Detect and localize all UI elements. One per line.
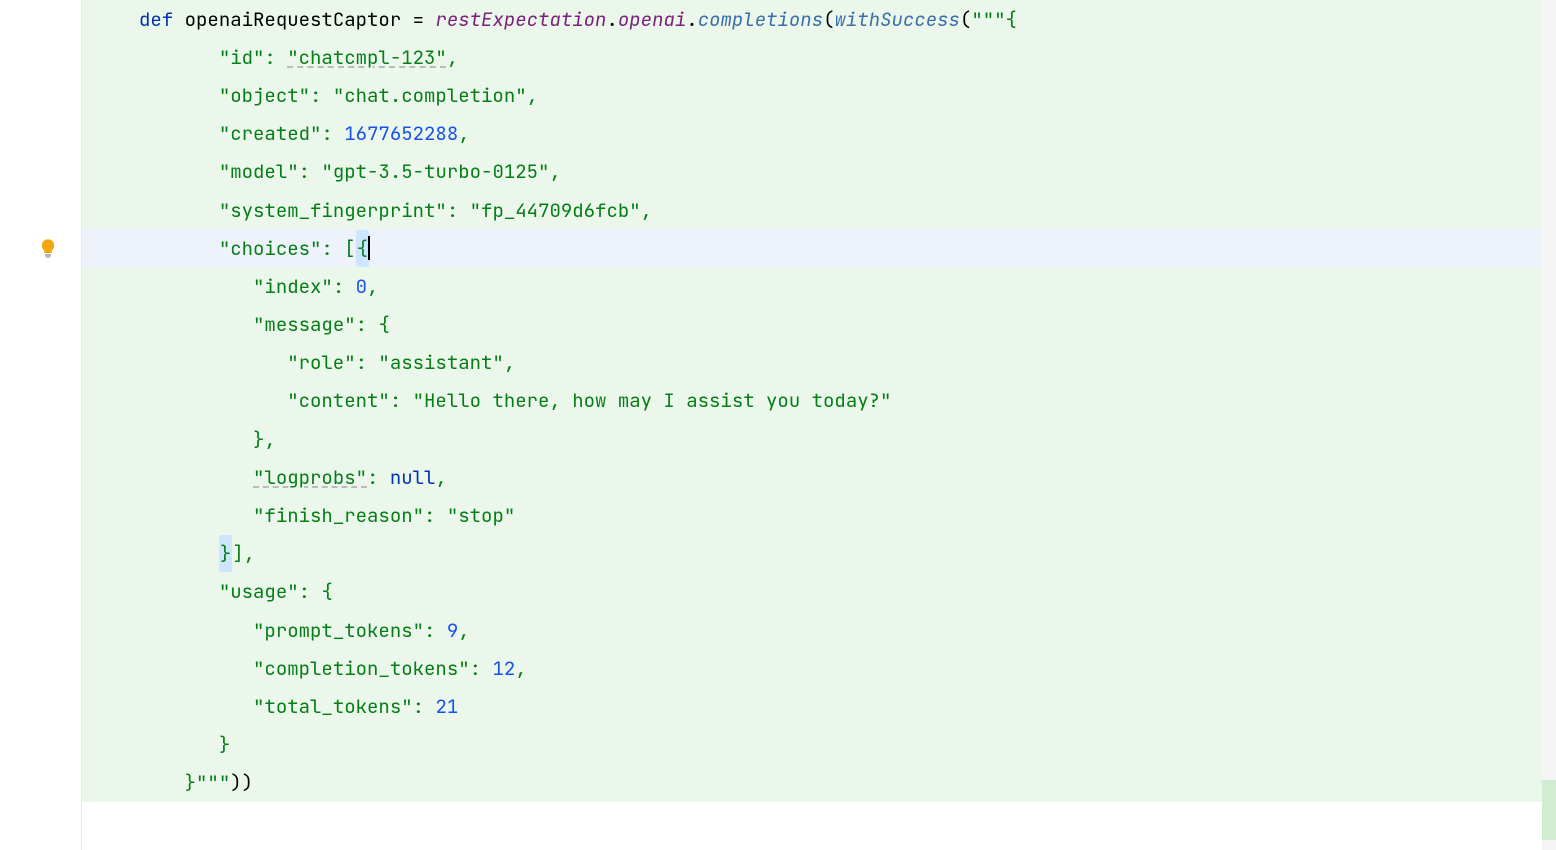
code-line[interactable]: "model": "gpt-3.5-turbo-0125", xyxy=(82,153,1556,191)
code-line[interactable]: "total_tokens": 21 xyxy=(82,687,1556,725)
code-line[interactable]: "created": 1677652288, xyxy=(82,115,1556,153)
code-line[interactable]: "finish_reason": "stop" xyxy=(82,496,1556,534)
code-line[interactable]: } xyxy=(82,726,1556,764)
code-line[interactable]: }""")) xyxy=(82,764,1556,802)
code-line[interactable]: def openaiRequestCaptor = restExpectatio… xyxy=(82,0,1556,38)
code-line[interactable]: "role": "assistant", xyxy=(82,344,1556,382)
code-line[interactable]: "prompt_tokens": 9, xyxy=(82,611,1556,649)
intention-bulb-icon[interactable] xyxy=(38,238,58,258)
code-line[interactable]: "content": "Hello there, how may I assis… xyxy=(82,382,1556,420)
code-line[interactable]: "completion_tokens": 12, xyxy=(82,649,1556,687)
code-line[interactable]: "id": "chatcmpl-123", xyxy=(82,38,1556,76)
code-editor[interactable]: def openaiRequestCaptor = restExpectatio… xyxy=(0,0,1556,850)
text-caret xyxy=(368,236,370,260)
code-line[interactable]: "logprobs": null, xyxy=(82,458,1556,496)
code-line[interactable]: "object": "chat.completion", xyxy=(82,76,1556,114)
code-line[interactable]: }], xyxy=(82,535,1556,573)
code-line[interactable]: }, xyxy=(82,420,1556,458)
editor-gutter xyxy=(0,0,82,850)
code-line[interactable]: "system_fingerprint": "fp_44709d6fcb", xyxy=(82,191,1556,229)
matched-brace-close: } xyxy=(219,535,232,572)
scrollbar-diff-marks xyxy=(1542,780,1556,840)
code-line[interactable]: "usage": { xyxy=(82,573,1556,611)
code-line[interactable]: "message": { xyxy=(82,306,1556,344)
vertical-scrollbar[interactable] xyxy=(1542,0,1556,850)
code-line[interactable]: "index": 0, xyxy=(82,267,1556,305)
editor-content[interactable]: def openaiRequestCaptor = restExpectatio… xyxy=(82,0,1556,850)
matched-brace-open: { xyxy=(356,230,369,267)
code-line-caret[interactable]: "choices": [{ xyxy=(82,229,1556,267)
